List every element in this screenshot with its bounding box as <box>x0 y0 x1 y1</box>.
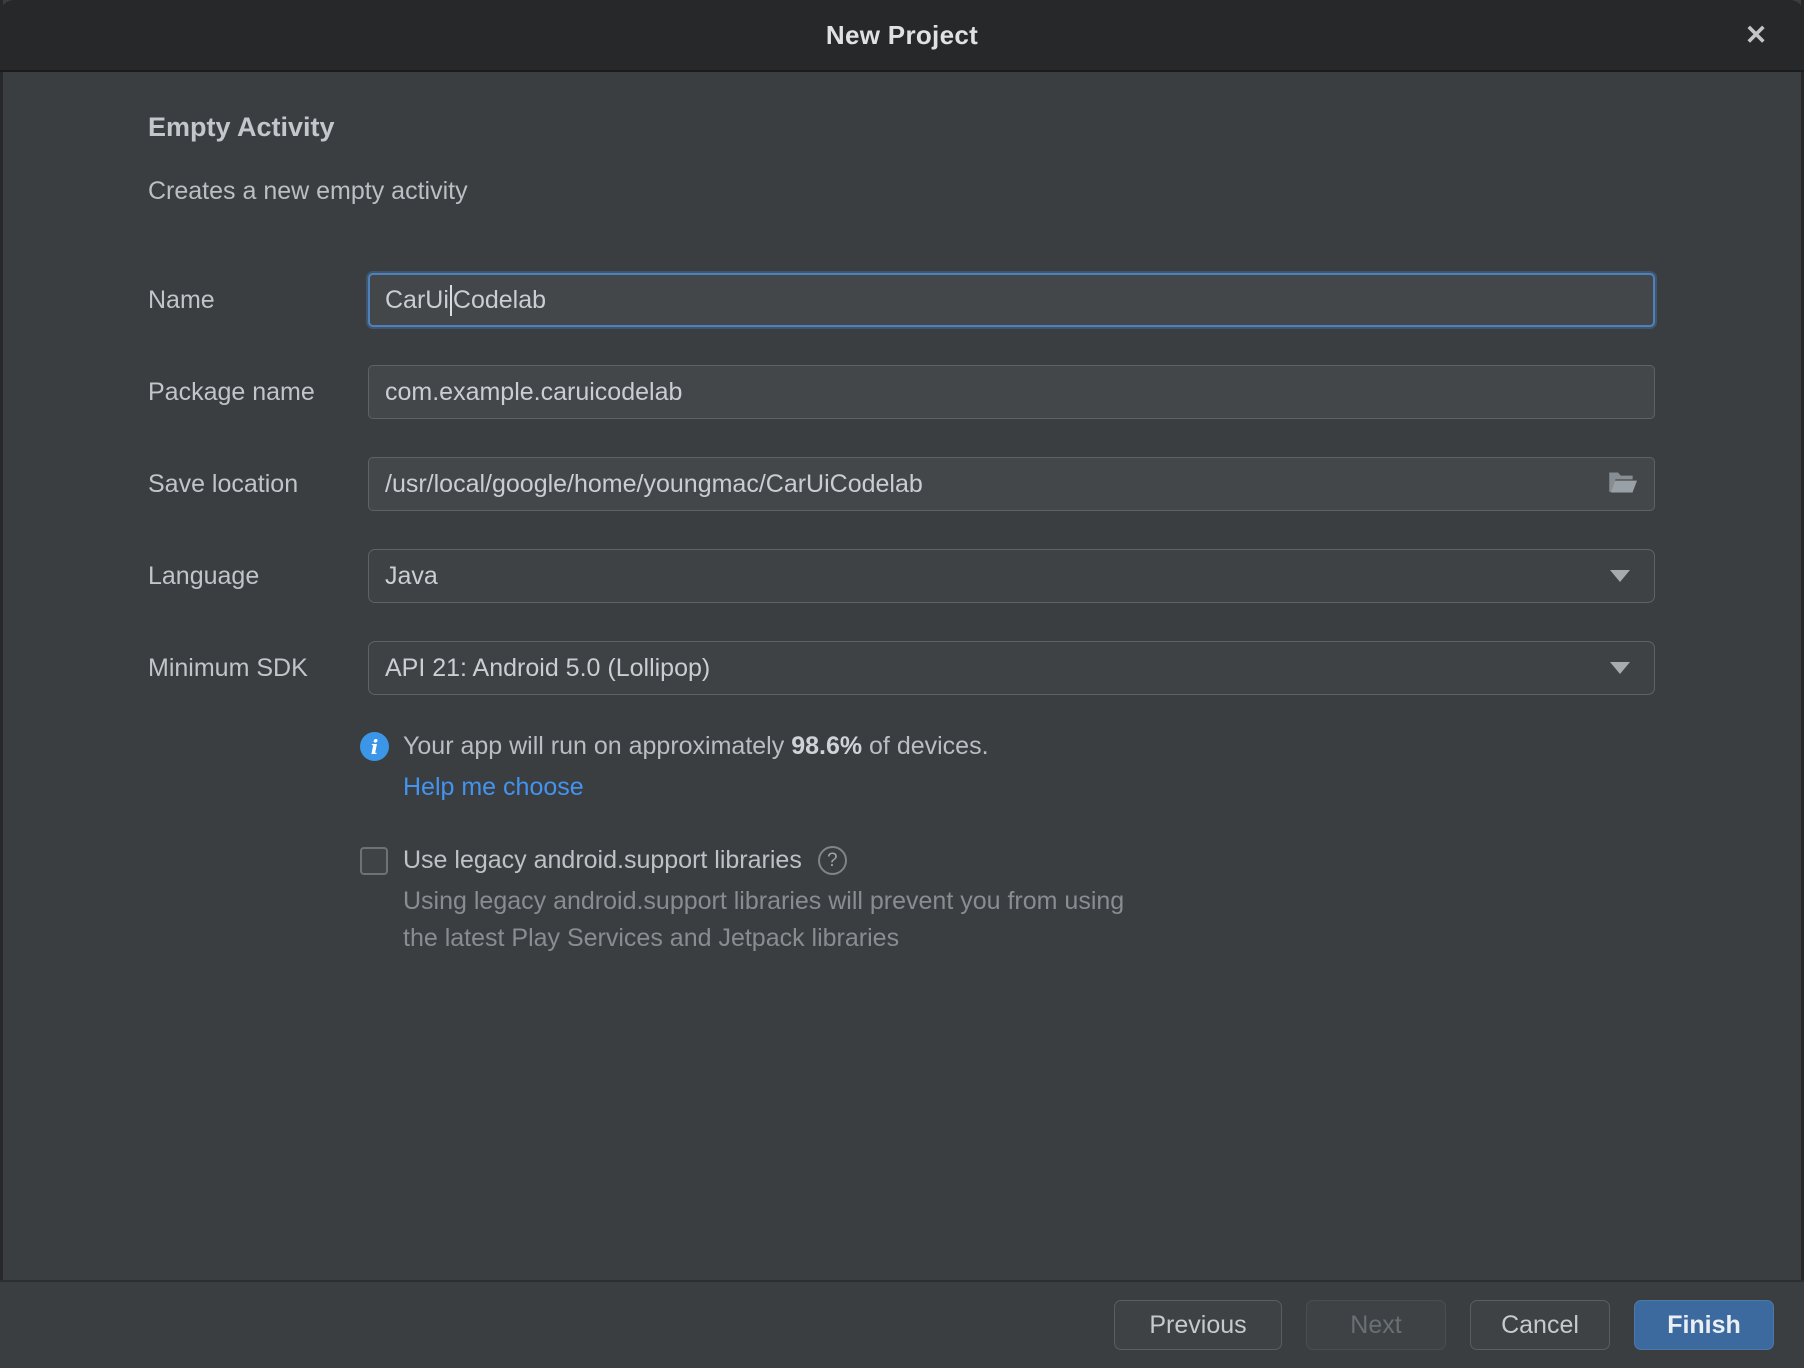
package-input[interactable] <box>368 365 1655 419</box>
browse-folder-button[interactable] <box>1608 470 1638 498</box>
help-me-choose-link[interactable]: Help me choose <box>403 773 584 802</box>
device-coverage-text: Your app will run on approximately 98.6%… <box>403 732 989 761</box>
name-value-after-caret: Codelab <box>453 286 546 315</box>
chevron-down-icon <box>1610 570 1630 582</box>
sdk-helper-block: i Your app will run on approximately 98.… <box>360 732 1655 957</box>
min-sdk-dropdown[interactable]: API 21: Android 5.0 (Lollipop) <box>368 641 1655 695</box>
min-sdk-label: Minimum SDK <box>148 654 368 683</box>
name-value-before-caret: CarUi <box>385 286 449 315</box>
dialog-content: Empty Activity Creates a new empty activ… <box>0 72 1804 957</box>
coverage-text-suffix: of devices. <box>862 732 988 760</box>
dialog-button-bar: Previous Next Cancel Finish <box>0 1280 1804 1368</box>
dialog-titlebar: New Project ✕ <box>0 0 1804 72</box>
min-sdk-selected-value: API 21: Android 5.0 (Lollipop) <box>385 654 710 683</box>
form: Name CarUi Codelab Package name Save loc… <box>148 272 1655 696</box>
legacy-libraries-label: Use legacy android.support libraries <box>403 846 802 875</box>
text-caret <box>450 285 452 316</box>
dialog-title: New Project <box>826 20 978 51</box>
legacy-libraries-checkbox[interactable] <box>360 847 388 875</box>
language-selected-value: Java <box>385 562 438 591</box>
legacy-note-line2: the latest Play Services and Jetpack lib… <box>403 924 899 952</box>
page-subtitle: Creates a new empty activity <box>148 177 1655 206</box>
info-icon: i <box>360 732 389 761</box>
close-icon[interactable]: ✕ <box>1734 13 1778 57</box>
previous-button[interactable]: Previous <box>1114 1300 1282 1350</box>
help-circle-icon[interactable]: ? <box>818 846 847 875</box>
new-project-dialog: New Project ✕ Empty Activity Creates a n… <box>0 0 1804 1368</box>
save-location-input[interactable]: /usr/local/google/home/youngmac/CarUiCod… <box>368 457 1655 511</box>
package-row: Package name <box>148 364 1655 420</box>
min-sdk-row: Minimum SDK API 21: Android 5.0 (Lollipo… <box>148 640 1655 696</box>
legacy-libraries-row: Use legacy android.support libraries ? <box>360 846 1655 875</box>
language-dropdown[interactable]: Java <box>368 549 1655 603</box>
chevron-down-icon <box>1610 662 1630 674</box>
next-button[interactable]: Next <box>1306 1300 1446 1350</box>
name-row: Name CarUi Codelab <box>148 272 1655 328</box>
save-location-label: Save location <box>148 470 368 499</box>
legacy-libraries-note: Using legacy android.support libraries w… <box>403 883 1655 957</box>
language-row: Language Java <box>148 548 1655 604</box>
cancel-button[interactable]: Cancel <box>1470 1300 1610 1350</box>
coverage-text-prefix: Your app will run on approximately <box>403 732 791 760</box>
name-label: Name <box>148 286 368 315</box>
folder-open-icon <box>1608 470 1638 498</box>
name-input[interactable]: CarUi Codelab <box>368 273 1655 327</box>
page-title: Empty Activity <box>148 112 1655 143</box>
save-location-value: /usr/local/google/home/youngmac/CarUiCod… <box>385 470 1608 499</box>
save-location-row: Save location /usr/local/google/home/you… <box>148 456 1655 512</box>
language-label: Language <box>148 562 368 591</box>
package-label: Package name <box>148 378 368 407</box>
coverage-percent: 98.6% <box>791 732 862 760</box>
finish-button[interactable]: Finish <box>1634 1300 1774 1350</box>
device-coverage-row: i Your app will run on approximately 98.… <box>360 732 1655 761</box>
legacy-note-line1: Using legacy android.support libraries w… <box>403 887 1124 915</box>
